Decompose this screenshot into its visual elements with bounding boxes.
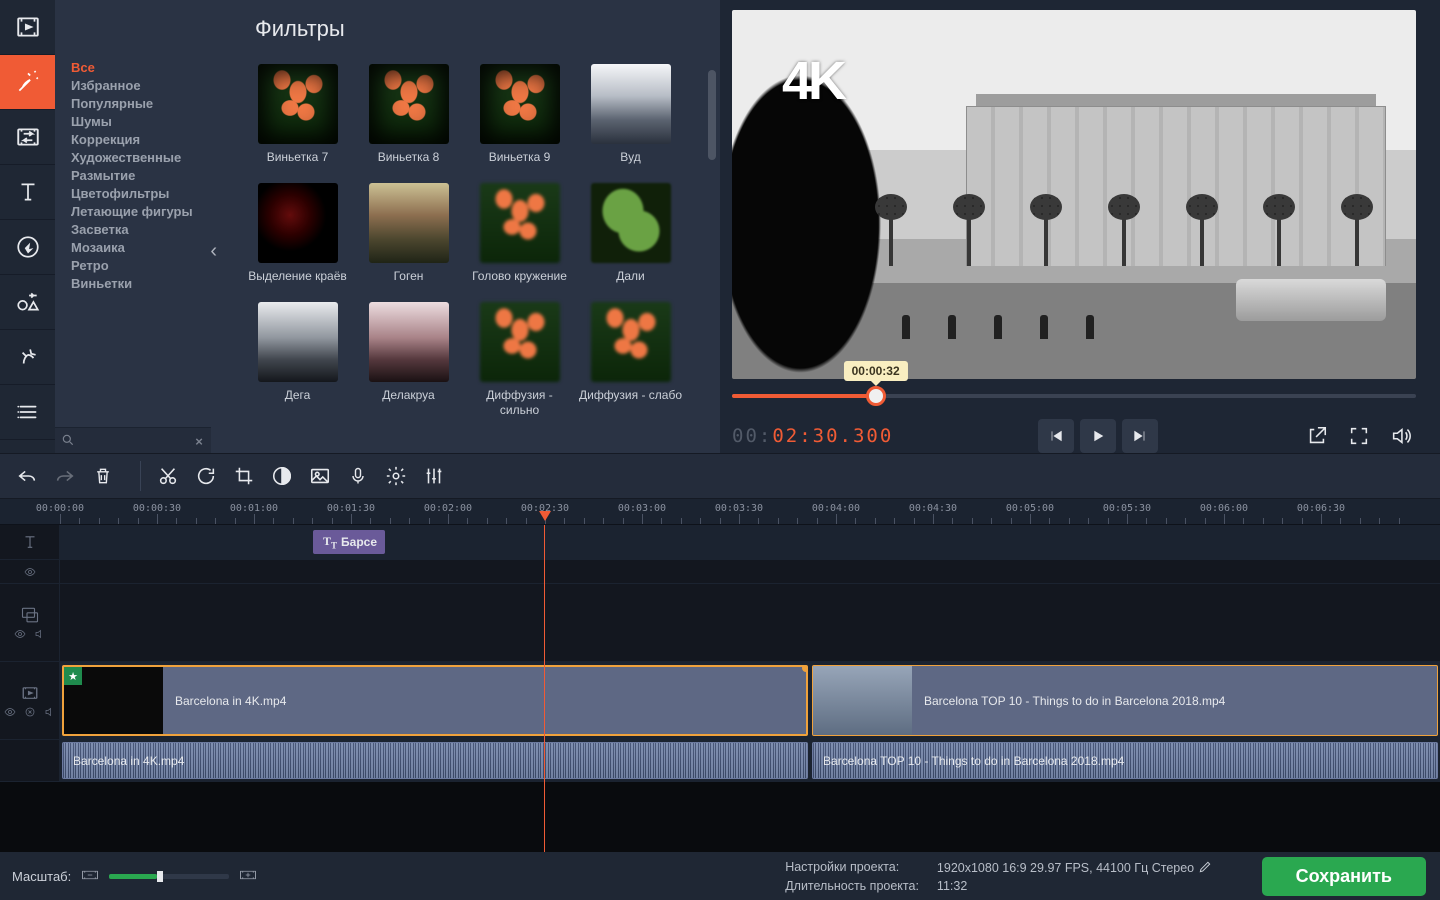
status-bar: Масштаб: Настройки проекта: 1920x1080 16… (0, 852, 1440, 900)
filter-item-11[interactable]: Диффузия - слабо (578, 302, 683, 418)
preview-video[interactable]: 4K (732, 10, 1416, 379)
filter-item-5[interactable]: Гоген (356, 183, 461, 284)
time-ruler[interactable]: 00:00:0000:00:3000:01:0000:01:3000:02:00… (0, 499, 1440, 525)
prev-button[interactable] (1038, 419, 1074, 453)
video-clip-1[interactable]: ★ Barcelona in 4K.mp4 (62, 665, 808, 736)
category-10[interactable]: Мозаика (67, 238, 211, 256)
search-icon (61, 433, 75, 450)
next-button[interactable] (1122, 419, 1158, 453)
category-6[interactable]: Размытие (67, 166, 211, 184)
favorite-icon: ★ (64, 667, 82, 685)
track-audio: Barcelona in 4K.mp4 Barcelona TOP 10 - T… (0, 740, 1440, 782)
edit-toolbar (0, 453, 1440, 499)
equalizer-button[interactable] (415, 457, 453, 495)
tool-stickers[interactable] (0, 220, 55, 275)
filter-item-3[interactable]: Вуд (578, 64, 683, 165)
tool-filters[interactable] (0, 55, 55, 110)
timeline: 00:00:0000:00:3000:01:0000:01:3000:02:00… (0, 499, 1440, 852)
filter-item-2[interactable]: Виньетка 9 (467, 64, 572, 165)
cut-button[interactable] (149, 457, 187, 495)
audio-clip-1[interactable]: Barcelona in 4K.mp4 (62, 742, 808, 779)
category-4[interactable]: Коррекция (67, 130, 211, 148)
filter-item-7[interactable]: Дали (578, 183, 683, 284)
color-button[interactable] (263, 457, 301, 495)
filter-item-1[interactable]: Виньетка 8 (356, 64, 461, 165)
volume-icon[interactable] (1386, 421, 1416, 451)
edit-settings-icon[interactable] (1198, 860, 1212, 874)
tool-titles[interactable] (0, 165, 55, 220)
filter-item-6[interactable]: Голово кружение (467, 183, 572, 284)
fullscreen-icon[interactable] (1344, 421, 1374, 451)
category-0[interactable]: Все (67, 58, 211, 76)
redo-button[interactable] (46, 457, 84, 495)
zoom-slider[interactable] (109, 874, 229, 879)
watermark: 4K (782, 50, 843, 112)
track-title: TTБарсе (0, 525, 1440, 560)
project-duration-label: Длительность проекта: (785, 879, 919, 893)
rotate-button[interactable] (187, 457, 225, 495)
zoom-in-icon[interactable] (239, 868, 257, 885)
tool-media[interactable] (0, 0, 55, 55)
category-3[interactable]: Шумы (67, 112, 211, 130)
filter-item-10[interactable]: Диффузия - сильно (467, 302, 572, 418)
image-button[interactable] (301, 457, 339, 495)
title-clip[interactable]: TTБарсе (313, 530, 385, 554)
play-button[interactable] (1080, 419, 1116, 453)
clear-search-icon[interactable]: × (191, 433, 207, 449)
tool-animation[interactable] (0, 330, 55, 385)
popout-icon[interactable] (1302, 421, 1332, 451)
filter-grid: Виньетка 7Виньетка 8Виньетка 9Вуд Выделен… (245, 64, 706, 418)
tool-shapes[interactable] (0, 275, 55, 330)
undo-button[interactable] (8, 457, 46, 495)
filter-search[interactable]: × (55, 427, 211, 453)
tool-transitions[interactable] (0, 110, 55, 165)
video-clip-2[interactable]: Barcelona TOP 10 - Things to do in Barce… (812, 665, 1438, 736)
zoom-label: Масштаб: (12, 869, 71, 884)
category-2[interactable]: Популярные (67, 94, 211, 112)
track-title-vis (0, 560, 1440, 584)
settings-button[interactable] (377, 457, 415, 495)
category-11[interactable]: Ретро (67, 256, 211, 274)
tool-more[interactable] (0, 385, 55, 440)
track-overlay (0, 584, 1440, 662)
project-duration-value: 11:32 (937, 879, 1212, 893)
audio-clip-2[interactable]: Barcelona TOP 10 - Things to do in Barce… (812, 742, 1438, 779)
project-settings-value: 1920x1080 16:9 29.97 FPS, 44100 Гц Стере… (937, 860, 1212, 875)
filter-item-4[interactable]: Выделение краёв (245, 183, 350, 284)
crop-button[interactable] (225, 457, 263, 495)
filter-categories: Фильтры ВсеИзбранноеПопулярныеШумыКоррек… (55, 0, 211, 453)
main-toolbar (0, 0, 55, 453)
category-9[interactable]: Засветка (67, 220, 211, 238)
seek-tooltip: 00:00:32 (844, 361, 908, 381)
preview-pane: 4K 00:00:32 00:02:30.300 (720, 0, 1440, 453)
scrollbar[interactable] (708, 70, 716, 160)
zoom-out-icon[interactable] (81, 868, 99, 885)
project-settings-label: Настройки проекта: (785, 860, 919, 875)
delete-button[interactable] (84, 457, 122, 495)
filter-item-8[interactable]: Дега (245, 302, 350, 418)
category-5[interactable]: Художественные (67, 148, 211, 166)
category-1[interactable]: Избранное (67, 76, 211, 94)
category-8[interactable]: Летающие фигуры (67, 202, 211, 220)
playhead[interactable] (544, 525, 545, 852)
filter-item-0[interactable]: Виньетка 7 (245, 64, 350, 165)
seek-bar[interactable]: 00:00:32 (732, 391, 1416, 401)
category-12[interactable]: Виньетки (67, 274, 211, 292)
timecode: 00:02:30.300 (732, 425, 893, 447)
mic-button[interactable] (339, 457, 377, 495)
filter-item-9[interactable]: Делакруа (356, 302, 461, 418)
category-7[interactable]: Цветофильтры (67, 184, 211, 202)
track-video: ★ Barcelona in 4K.mp4 Barcelona TOP 10 -… (0, 662, 1440, 740)
save-button[interactable]: Сохранить (1262, 857, 1426, 896)
